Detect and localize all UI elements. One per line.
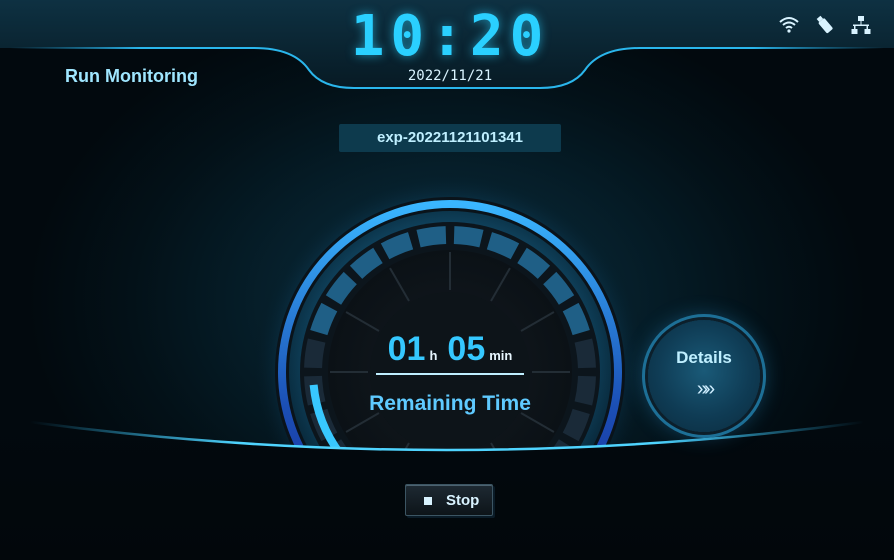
hours-unit: h (429, 348, 438, 363)
gauge-segment (574, 338, 596, 369)
details-button[interactable]: Details »» (648, 320, 760, 432)
countdown-gauge (250, 170, 650, 560)
remaining-time-value: 01 h 05 min (372, 330, 528, 369)
hours-value: 01 (387, 330, 426, 368)
minutes-value: 05 (447, 330, 486, 368)
gauge-segment (416, 226, 447, 248)
divider (376, 373, 524, 375)
minutes-unit: min (489, 348, 513, 363)
gauge-segment (453, 226, 484, 248)
double-chevron-icon: »» (696, 378, 715, 400)
stop-icon (424, 497, 432, 505)
gauge-segment (574, 375, 596, 406)
stop-button[interactable]: Stop (405, 484, 493, 516)
details-label: Details (676, 348, 732, 367)
gauge-segment (304, 338, 326, 369)
stop-label: Stop (446, 492, 480, 509)
remaining-time-label: Remaining Time (369, 392, 531, 415)
